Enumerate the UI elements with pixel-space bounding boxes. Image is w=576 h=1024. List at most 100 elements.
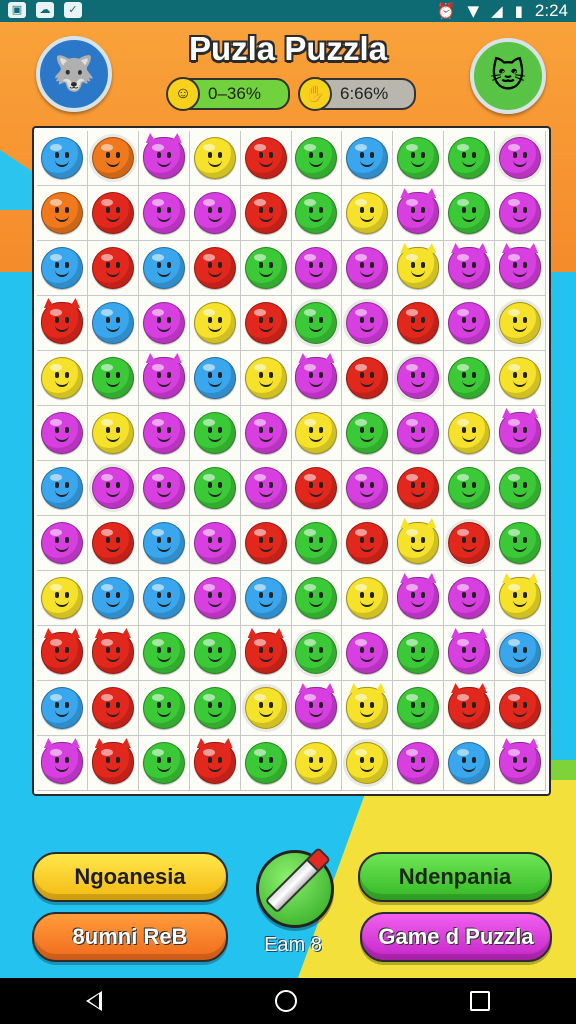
board-cell[interactable] xyxy=(393,626,445,681)
board-cell[interactable] xyxy=(87,351,139,406)
board-cell[interactable] xyxy=(189,681,241,736)
board-cell[interactable] xyxy=(138,461,190,516)
board-cell[interactable] xyxy=(291,626,343,681)
board-cell[interactable] xyxy=(37,461,88,516)
game-puzzla-button[interactable]: Game d Puzzla xyxy=(360,912,552,962)
board-cell[interactable] xyxy=(495,131,546,186)
board-cell[interactable] xyxy=(87,131,139,186)
home-icon[interactable] xyxy=(274,990,297,1012)
board-cell[interactable] xyxy=(37,681,88,736)
board-cell[interactable] xyxy=(189,736,241,791)
board-cell[interactable] xyxy=(495,296,546,351)
ngoanesia-button[interactable]: Ngoanesia xyxy=(32,852,228,902)
board-cell[interactable] xyxy=(291,186,343,241)
board-cell[interactable] xyxy=(495,241,546,296)
board-cell[interactable] xyxy=(240,186,292,241)
board-cell[interactable] xyxy=(37,516,88,571)
board-cell[interactable] xyxy=(87,571,139,626)
board-cell[interactable] xyxy=(444,241,496,296)
board-cell[interactable] xyxy=(444,571,496,626)
board-cell[interactable] xyxy=(291,516,343,571)
board-cell[interactable] xyxy=(342,681,394,736)
board-cell[interactable] xyxy=(342,516,394,571)
8umni-reb-button[interactable]: 8umni ReB xyxy=(32,912,228,962)
board-cell[interactable] xyxy=(291,406,343,461)
board-cell[interactable] xyxy=(291,241,343,296)
board-cell[interactable] xyxy=(189,186,241,241)
board-cell[interactable] xyxy=(240,131,292,186)
board-cell[interactable] xyxy=(87,241,139,296)
board-cell[interactable] xyxy=(444,736,496,791)
board-cell[interactable] xyxy=(393,406,445,461)
board-cell[interactable] xyxy=(37,131,88,186)
board-cell[interactable] xyxy=(291,571,343,626)
board-cell[interactable] xyxy=(444,351,496,406)
board-cell[interactable] xyxy=(240,571,292,626)
back-icon[interactable] xyxy=(86,991,103,1011)
board-cell[interactable] xyxy=(138,626,190,681)
board-cell[interactable] xyxy=(138,571,190,626)
board-cell[interactable] xyxy=(495,736,546,791)
board-cell[interactable] xyxy=(138,296,190,351)
board-cell[interactable] xyxy=(393,571,445,626)
board-cell[interactable] xyxy=(291,681,343,736)
board-cell[interactable] xyxy=(189,131,241,186)
board-cell[interactable] xyxy=(342,626,394,681)
board-cell[interactable] xyxy=(138,241,190,296)
board-cell[interactable] xyxy=(342,186,394,241)
pencil-button[interactable] xyxy=(256,850,334,928)
board-cell[interactable] xyxy=(138,736,190,791)
board-cell[interactable] xyxy=(444,461,496,516)
board-cell[interactable] xyxy=(444,131,496,186)
board-cell[interactable] xyxy=(495,351,546,406)
board-cell[interactable] xyxy=(87,461,139,516)
board-cell[interactable] xyxy=(444,406,496,461)
board-cell[interactable] xyxy=(342,351,394,406)
board-cell[interactable] xyxy=(444,296,496,351)
board-cell[interactable] xyxy=(240,351,292,406)
board-cell[interactable] xyxy=(138,131,190,186)
board-cell[interactable] xyxy=(37,186,88,241)
board-cell[interactable] xyxy=(37,571,88,626)
board-cell[interactable] xyxy=(495,571,546,626)
board-cell[interactable] xyxy=(87,626,139,681)
board-cell[interactable] xyxy=(138,351,190,406)
recent-apps-icon[interactable] xyxy=(469,991,490,1011)
board-cell[interactable] xyxy=(240,516,292,571)
board-cell[interactable] xyxy=(37,351,88,406)
board-cell[interactable] xyxy=(342,736,394,791)
board-cell[interactable] xyxy=(342,461,394,516)
board-cell[interactable] xyxy=(189,241,241,296)
board-cell[interactable] xyxy=(37,406,88,461)
board-cell[interactable] xyxy=(189,571,241,626)
board-cell[interactable] xyxy=(342,131,394,186)
board-cell[interactable] xyxy=(342,241,394,296)
board-cell[interactable] xyxy=(87,296,139,351)
board-cell[interactable] xyxy=(444,626,496,681)
board-cell[interactable] xyxy=(342,406,394,461)
board-cell[interactable] xyxy=(37,626,88,681)
board-cell[interactable] xyxy=(189,626,241,681)
board-cell[interactable] xyxy=(342,296,394,351)
board-cell[interactable] xyxy=(393,186,445,241)
board-cell[interactable] xyxy=(393,351,445,406)
board-cell[interactable] xyxy=(189,296,241,351)
board-cell[interactable] xyxy=(393,131,445,186)
board-cell[interactable] xyxy=(495,461,546,516)
board-cell[interactable] xyxy=(87,516,139,571)
board-cell[interactable] xyxy=(87,406,139,461)
board-cell[interactable] xyxy=(393,736,445,791)
board-cell[interactable] xyxy=(495,681,546,736)
board-cell[interactable] xyxy=(495,406,546,461)
board-cell[interactable] xyxy=(444,186,496,241)
board-cell[interactable] xyxy=(240,681,292,736)
board-cell[interactable] xyxy=(240,241,292,296)
board-cell[interactable] xyxy=(444,516,496,571)
board-cell[interactable] xyxy=(240,626,292,681)
board-cell[interactable] xyxy=(393,681,445,736)
ndenpania-button[interactable]: Ndenpania xyxy=(358,852,552,902)
board-cell[interactable] xyxy=(240,406,292,461)
board-cell[interactable] xyxy=(495,516,546,571)
board-cell[interactable] xyxy=(495,626,546,681)
board-cell[interactable] xyxy=(393,241,445,296)
